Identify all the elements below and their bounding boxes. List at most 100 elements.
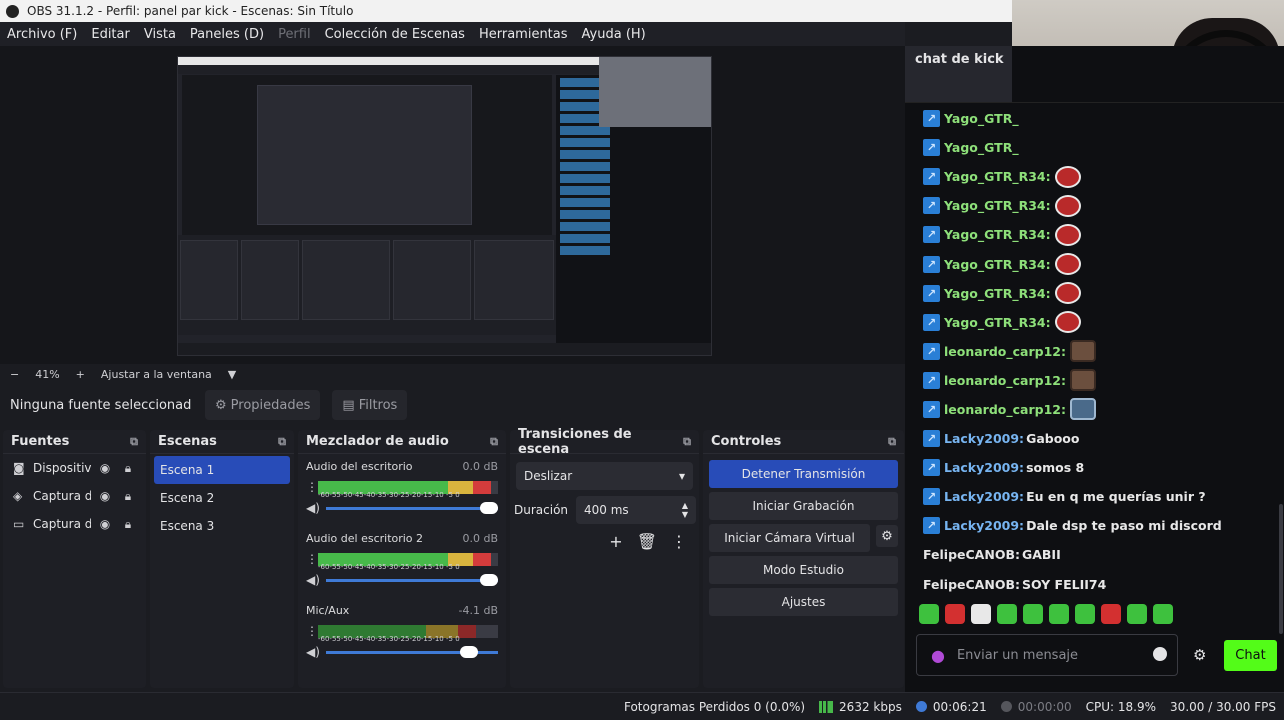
- stop-stream-button[interactable]: Detener Transmisión: [709, 460, 898, 488]
- zoom-dropdown-icon[interactable]: ▼: [228, 368, 236, 381]
- visibility-eye-icon[interactable]: ◉: [96, 489, 114, 503]
- properties-button[interactable]: ⚙ Propiedades: [205, 390, 321, 420]
- transition-select[interactable]: Deslizar ▾: [516, 462, 693, 490]
- chat-send-button[interactable]: Chat: [1224, 640, 1277, 671]
- zoom-in-button[interactable]: +: [76, 368, 85, 381]
- menu-coleccion-escenas[interactable]: Colección de Escenas: [318, 27, 472, 42]
- speaker-icon[interactable]: ◀): [306, 573, 326, 587]
- emote-icon[interactable]: [1127, 604, 1147, 624]
- chat-username[interactable]: Yago_GTR_: [944, 140, 1019, 155]
- chat-username[interactable]: Yago_GTR_R34:: [944, 257, 1051, 272]
- chat-username[interactable]: leonardo_carp12:: [944, 402, 1066, 417]
- chat-username[interactable]: Lacky2009:: [944, 518, 1024, 533]
- filters-button[interactable]: ▤ Filtros: [332, 390, 408, 420]
- channel-menu-icon[interactable]: ⋮: [306, 552, 318, 566]
- chat-username[interactable]: Yago_GTR_: [944, 111, 1019, 126]
- transition-value: Deslizar: [524, 469, 573, 483]
- emote-icon[interactable]: [1049, 604, 1069, 624]
- undock-icon[interactable]: ⧉: [683, 435, 691, 449]
- chat-message: FelipeCANOB: GABII: [923, 540, 1263, 569]
- emote-icon[interactable]: [1101, 604, 1121, 624]
- add-transition-icon[interactable]: +: [609, 532, 622, 551]
- microphone-icon[interactable]: ●: [931, 646, 945, 665]
- lock-icon[interactable]: 🔒︎: [119, 461, 137, 476]
- chat-settings-icon[interactable]: ⚙: [1193, 646, 1206, 664]
- undock-icon[interactable]: ⧉: [278, 435, 286, 449]
- menu-ayuda[interactable]: Ayuda (H): [575, 27, 653, 42]
- status-bar: Fotogramas Perdidos 0 (0.0%) 2632 kbps 0…: [0, 692, 1284, 720]
- chat-username[interactable]: Yago_GTR_R34:: [944, 227, 1051, 242]
- chat-username[interactable]: Yago_GTR_R34:: [944, 315, 1051, 330]
- studio-mode-button[interactable]: Modo Estudio: [709, 556, 898, 584]
- emote-icon[interactable]: [971, 604, 991, 624]
- kebab-menu-icon[interactable]: ⋮: [671, 532, 687, 551]
- chat-input[interactable]: ● Enviar un mensaje: [916, 634, 1178, 676]
- emote-icon[interactable]: [1075, 604, 1095, 624]
- menu-herramientas[interactable]: Herramientas: [472, 27, 575, 42]
- source-item[interactable]: ▭ Captura de ◉ 🔒︎: [3, 510, 146, 538]
- menu-paneles[interactable]: Paneles (D): [183, 27, 271, 42]
- channel-name: Audio del escritorio 2: [306, 532, 424, 545]
- chat-username[interactable]: Lacky2009:: [944, 489, 1024, 504]
- controls-title: Controles: [711, 434, 782, 449]
- chat-message: ↗ Yago_GTR_R34:: [923, 279, 1263, 308]
- preview-capture-image: [177, 56, 712, 356]
- menu-archivo[interactable]: Archivo (F): [0, 27, 84, 42]
- chat-username[interactable]: Yago_GTR_R34:: [944, 198, 1051, 213]
- fit-to-window-button[interactable]: Ajustar a la ventana: [101, 368, 212, 381]
- emote-icon[interactable]: [1153, 604, 1173, 624]
- volume-slider[interactable]: [326, 573, 498, 586]
- kick-badge-icon: ↗: [923, 139, 940, 157]
- chat-emote-icon: [1070, 398, 1096, 421]
- duration-spinbox[interactable]: 400 ms ▲ ▼: [576, 496, 697, 524]
- chat-username[interactable]: FelipeCANOB:: [923, 577, 1020, 592]
- speaker-icon[interactable]: ◀): [306, 645, 326, 659]
- speaker-icon[interactable]: ◀): [306, 501, 326, 515]
- chat-username[interactable]: Lacky2009:: [944, 460, 1024, 475]
- chat-username[interactable]: leonardo_carp12:: [944, 344, 1066, 359]
- source-item[interactable]: ◈ Captura de ◉ 🔒︎: [3, 482, 146, 510]
- volume-slider[interactable]: [326, 645, 498, 658]
- menu-bar: Archivo (F) Editar Vista Paneles (D) Per…: [0, 22, 905, 46]
- volume-slider[interactable]: [326, 501, 498, 514]
- channel-menu-icon[interactable]: ⋮: [306, 624, 318, 638]
- undock-icon[interactable]: ⧉: [130, 435, 138, 449]
- scene-item-active[interactable]: Escena 1: [154, 456, 290, 484]
- visibility-eye-icon[interactable]: ◉: [96, 517, 114, 531]
- settings-button[interactable]: Ajustes: [709, 588, 898, 616]
- window-title: OBS 31.1.2 - Perfil: panel par kick - Es…: [27, 4, 354, 18]
- chat-username[interactable]: Yago_GTR_R34:: [944, 286, 1051, 301]
- trash-icon[interactable]: 🗑︎: [637, 532, 657, 551]
- spin-arrows-icon[interactable]: ▲ ▼: [682, 501, 688, 519]
- gear-icon[interactable]: ⚙: [876, 525, 898, 547]
- emote-icon[interactable]: [1023, 604, 1043, 624]
- channel-db: -4.1 dB: [458, 604, 499, 617]
- chat-username[interactable]: FelipeCANOB:: [923, 547, 1020, 562]
- start-recording-button[interactable]: Iniciar Grabación: [709, 492, 898, 520]
- scene-item[interactable]: Escena 3: [154, 512, 290, 540]
- start-virtual-camera-button[interactable]: Iniciar Cámara Virtual: [709, 524, 870, 552]
- chat-username[interactable]: leonardo_carp12:: [944, 373, 1066, 388]
- menu-editar[interactable]: Editar: [84, 27, 137, 42]
- chat-input-placeholder: Enviar un mensaje: [956, 647, 1079, 663]
- properties-label: Propiedades: [230, 397, 311, 413]
- menu-vista[interactable]: Vista: [137, 27, 183, 42]
- scene-item[interactable]: Escena 2: [154, 484, 290, 512]
- stream-icon: [915, 701, 927, 712]
- lock-icon[interactable]: 🔒︎: [119, 489, 137, 504]
- emote-icon[interactable]: [919, 604, 939, 624]
- emoji-icon[interactable]: [1153, 647, 1167, 661]
- undock-icon[interactable]: ⧉: [490, 435, 498, 449]
- lock-icon[interactable]: 🔒︎: [119, 517, 137, 532]
- undock-icon[interactable]: ⧉: [888, 435, 896, 449]
- source-item[interactable]: ◙ Dispositivo ◉ 🔒︎: [3, 454, 146, 482]
- source-name: Captura de: [33, 517, 91, 531]
- chat-username[interactable]: Yago_GTR_R34:: [944, 169, 1051, 184]
- visibility-eye-icon[interactable]: ◉: [96, 461, 114, 475]
- zoom-out-button[interactable]: −: [10, 368, 19, 381]
- chat-scrollbar[interactable]: [1279, 104, 1284, 634]
- channel-menu-icon[interactable]: ⋮: [306, 480, 318, 494]
- emote-icon[interactable]: [945, 604, 965, 624]
- chat-username[interactable]: Lacky2009:: [944, 431, 1024, 446]
- emote-icon[interactable]: [997, 604, 1017, 624]
